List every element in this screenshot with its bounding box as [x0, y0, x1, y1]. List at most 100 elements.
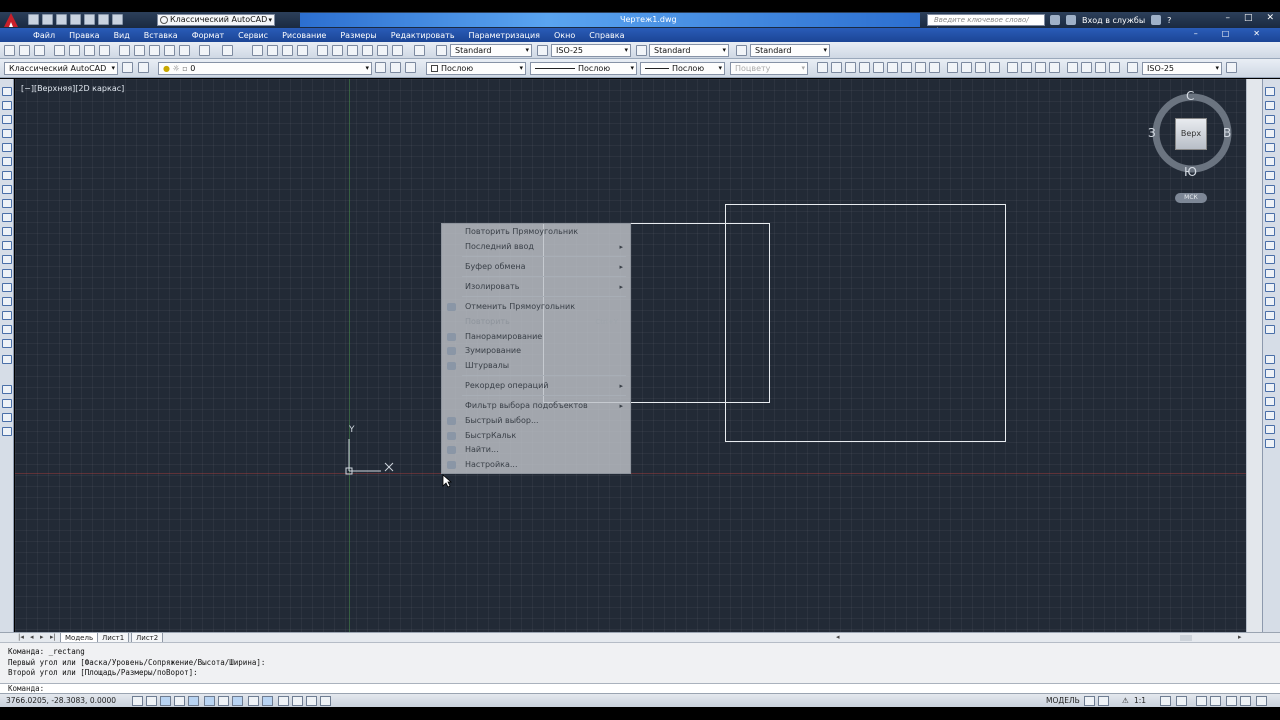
- sheet-set-icon[interactable]: [362, 45, 373, 56]
- aligned-dimension-icon[interactable]: [831, 62, 842, 73]
- menu-window[interactable]: Окно: [554, 31, 575, 40]
- layer-freeze-icon[interactable]: [2, 399, 12, 408]
- inspect-icon[interactable]: [1035, 62, 1046, 73]
- save-as-icon[interactable]: [70, 14, 81, 25]
- auto-scale-icon[interactable]: [1176, 696, 1187, 706]
- quick-view-layouts-icon[interactable]: [1084, 696, 1095, 706]
- arc-length-icon[interactable]: [845, 62, 856, 73]
- tolerance-icon[interactable]: [1007, 62, 1018, 73]
- menu-item-action-recorder[interactable]: Рекордер операций ▸: [442, 379, 630, 393]
- mleader-style-icon[interactable]: [736, 45, 747, 56]
- hardware-acceleration-icon[interactable]: [1226, 696, 1237, 706]
- bring-front-icon[interactable]: [1265, 369, 1275, 378]
- menu-item-find[interactable]: Найти...: [442, 443, 630, 457]
- dimension-style-select[interactable]: ISO-25 ▾: [1142, 62, 1222, 75]
- arc-icon[interactable]: [2, 157, 12, 166]
- send-back-icon[interactable]: [1265, 383, 1275, 392]
- revcloud-icon[interactable]: [2, 185, 12, 194]
- menu-view[interactable]: Вид: [114, 31, 130, 40]
- layer-off-icon[interactable]: [2, 413, 12, 422]
- polyline-icon[interactable]: [2, 115, 12, 124]
- grid-toggle[interactable]: [160, 696, 171, 706]
- dim-style-icon[interactable]: [537, 45, 548, 56]
- polar-toggle[interactable]: [188, 696, 199, 706]
- mtext-icon[interactable]: [2, 339, 12, 348]
- viewcube-top-face[interactable]: Верх: [1175, 118, 1207, 150]
- table-style-select[interactable]: Standard ▾: [649, 44, 729, 57]
- menu-item-isolate[interactable]: Изолировать ▸: [442, 280, 630, 294]
- redo-icon[interactable]: [222, 45, 233, 56]
- annotation-scale-icon[interactable]: ⚠: [1122, 696, 1129, 705]
- isolate-objects-icon[interactable]: [1240, 696, 1251, 706]
- color-select[interactable]: Послою ▾: [426, 62, 526, 75]
- menu-item-pan[interactable]: Панорамирование: [442, 330, 630, 344]
- radius-icon[interactable]: [873, 62, 884, 73]
- copy-object-icon[interactable]: [1265, 101, 1275, 110]
- tpy-toggle[interactable]: [292, 696, 303, 706]
- open-file-icon[interactable]: [42, 14, 53, 25]
- ortho-toggle[interactable]: [174, 696, 185, 706]
- text-style-select[interactable]: Standard ▾: [450, 44, 532, 57]
- login-button[interactable]: Вход в службы: [1082, 16, 1145, 25]
- menu-dimension[interactable]: Размеры: [340, 31, 376, 40]
- new-file-icon[interactable]: [28, 14, 39, 25]
- help-icon[interactable]: [414, 45, 425, 56]
- horizontal-scrollbar-thumb[interactable]: [1180, 635, 1192, 641]
- clean-screen-icon[interactable]: [1256, 696, 1267, 706]
- menu-item-repeat-rectangle[interactable]: Повторить Прямоугольник: [442, 225, 630, 239]
- markup-icon[interactable]: [377, 45, 388, 56]
- infer-constraints-toggle[interactable]: [132, 696, 143, 706]
- user-icon[interactable]: [1066, 15, 1076, 25]
- menu-item-subobject-filter[interactable]: Фильтр выбора подобъектов ▸: [442, 399, 630, 413]
- tab-next-icon[interactable]: ▸: [40, 633, 44, 641]
- extend-icon[interactable]: [1265, 227, 1275, 236]
- scale-icon[interactable]: [1265, 185, 1275, 194]
- undo-icon[interactable]: [199, 45, 210, 56]
- chamfer-icon[interactable]: [1265, 283, 1275, 292]
- xline-icon[interactable]: [2, 101, 12, 110]
- layer-select[interactable]: ● ☼ ▫ 0 ▾: [158, 62, 372, 75]
- 3d-osnap-toggle[interactable]: [218, 696, 229, 706]
- stretch-icon[interactable]: [1265, 199, 1275, 208]
- make-current-layer-icon[interactable]: [375, 62, 386, 73]
- ducs-toggle[interactable]: [248, 696, 259, 706]
- table-icon[interactable]: [2, 325, 12, 334]
- maximize-icon[interactable]: □: [1244, 13, 1253, 23]
- lineweight-select[interactable]: Послою ▾: [640, 62, 725, 75]
- workspace-select[interactable]: Классический AutoCAD ▾: [4, 62, 118, 75]
- linetype-select[interactable]: Послою ▾: [530, 62, 637, 75]
- circle-icon[interactable]: [2, 171, 12, 180]
- workspace-switch-icon[interactable]: [1196, 696, 1207, 706]
- dim-edit-icon[interactable]: [1067, 62, 1078, 73]
- dim-update-icon[interactable]: [1095, 62, 1106, 73]
- paste-icon[interactable]: [149, 45, 160, 56]
- rotate-icon[interactable]: [1265, 171, 1275, 180]
- menu-help[interactable]: Справка: [589, 31, 624, 40]
- copy-icon[interactable]: [134, 45, 145, 56]
- rectangle-icon[interactable]: [2, 143, 12, 152]
- table-style-icon[interactable]: [636, 45, 647, 56]
- viewcube-south[interactable]: Ю: [1184, 165, 1197, 179]
- hscroll-left-icon[interactable]: ◂: [836, 633, 840, 641]
- array-icon[interactable]: [1265, 143, 1275, 152]
- tool-palettes-icon[interactable]: [347, 45, 358, 56]
- spline-icon[interactable]: [2, 199, 12, 208]
- menu-insert[interactable]: Вставка: [144, 31, 178, 40]
- menu-format[interactable]: Формат: [192, 31, 224, 40]
- trim-icon[interactable]: [1265, 213, 1275, 222]
- viewport-controls[interactable]: [−][Верхняя][2D каркас]: [21, 84, 124, 93]
- quick-view-drawings-icon[interactable]: [1098, 696, 1109, 706]
- publish-icon[interactable]: [84, 45, 95, 56]
- dim-style-icon[interactable]: [1127, 62, 1138, 73]
- hatch-icon[interactable]: [2, 283, 12, 292]
- text-style-icon[interactable]: [436, 45, 447, 56]
- viewcube-east[interactable]: В: [1223, 126, 1231, 140]
- snap-toggle[interactable]: [146, 696, 157, 706]
- workspace-settings-icon[interactable]: [122, 62, 133, 73]
- dim-break-icon[interactable]: [989, 62, 1000, 73]
- mleader-style-select[interactable]: Standard ▾: [750, 44, 830, 57]
- add-selected-icon[interactable]: [2, 355, 12, 364]
- menu-edit[interactable]: Правка: [69, 31, 99, 40]
- save-icon[interactable]: [56, 14, 67, 25]
- insert-block-icon[interactable]: [2, 241, 12, 250]
